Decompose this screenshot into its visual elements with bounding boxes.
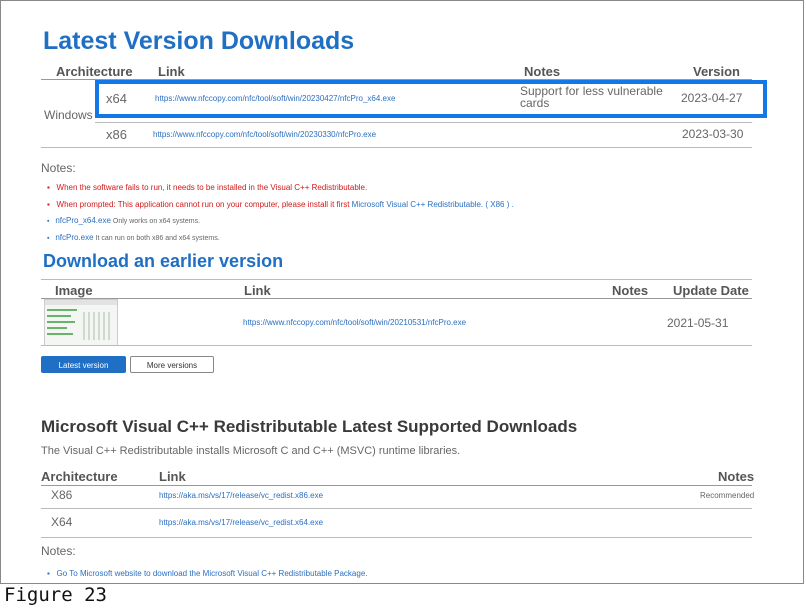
msvc-row-divider (41, 508, 752, 509)
notes1-item-4: ▪ nfcPro.exe It can run on both x86 and … (47, 233, 220, 242)
latest-row-x86-arch: x86 (106, 127, 127, 142)
msvc-header-divider (41, 485, 752, 486)
bullet-icon: ▪ (47, 218, 50, 225)
latest-row-divider (95, 122, 752, 123)
earlier-header-date: Update Date (673, 283, 749, 298)
thumb-bar (47, 315, 71, 317)
latest-header-version: Version (693, 64, 740, 79)
earlier-top-divider (41, 279, 752, 280)
microsoft-website-link[interactable]: Go To Microsoft website to download the … (57, 569, 368, 578)
more-versions-button[interactable]: More versions (130, 356, 214, 373)
earlier-header-image: Image (55, 283, 93, 298)
thumb-bar (47, 309, 77, 311)
msvc-header-arch: Architecture (41, 469, 118, 484)
bullet-icon: ▪ (47, 569, 50, 578)
latest-version-button[interactable]: Latest version (41, 356, 126, 373)
msvc-row-x86-link[interactable]: https://aka.ms/vs/17/release/vc_redist.x… (159, 491, 323, 500)
latest-row-x86-link[interactable]: https://www.nfccopy.com/nfc/tool/soft/wi… (153, 130, 376, 139)
msvc-header-notes: Notes (718, 469, 755, 484)
highlight-box (95, 80, 767, 118)
nfcpro-x64-link[interactable]: nfcPro_x64.exe (55, 216, 111, 225)
latest-os-label: Windows (44, 108, 93, 122)
notes1-item-1: ▪ When the software fails to run, it nee… (47, 183, 367, 192)
earlier-table-bottom (41, 345, 752, 346)
msvc-row-x64-arch: X64 (51, 515, 73, 529)
msvc-description: The Visual C++ Redistributable installs … (41, 445, 461, 457)
earlier-version-thumbnail (44, 299, 118, 346)
notes1-item-3-text: Only works on x64 systems. (112, 218, 201, 225)
thumb-bar (47, 333, 73, 335)
nfcpro-link[interactable]: nfcPro.exe (55, 233, 93, 242)
earlier-row-date: 2021-05-31 (667, 316, 729, 330)
bullet-icon: ▪ (47, 235, 50, 242)
figure-caption: Figure 23 (4, 584, 107, 606)
bullet-icon: ▪ (47, 183, 50, 192)
bullet-icon: ▪ (47, 200, 50, 209)
notes2-item: ▪ Go To Microsoft website to download th… (47, 569, 368, 578)
msvc-title: Microsoft Visual C++ Redistributable Lat… (41, 417, 578, 436)
notes1-label: Notes: (41, 161, 76, 175)
latest-header-arch: Architecture (56, 64, 133, 79)
notes1-item-1-text: When the software fails to run, it needs… (56, 183, 368, 192)
latest-header-notes: Notes (524, 64, 561, 79)
earlier-title: Download an earlier version (43, 251, 284, 271)
msvc-row-x64-link[interactable]: https://aka.ms/vs/17/release/vc_redist.x… (159, 518, 323, 527)
notes2-label: Notes: (41, 544, 76, 558)
notes1-item-2-text: When prompted: This application cannot r… (56, 200, 350, 209)
earlier-header-link: Link (244, 283, 271, 298)
thumb-titlebar (45, 300, 117, 305)
msvc-x86-link[interactable]: Microsoft Visual C++ Redistributable. ( … (352, 200, 514, 209)
msvc-header-link: Link (159, 469, 186, 484)
earlier-header-divider (41, 298, 752, 299)
thumb-grid (83, 312, 113, 340)
latest-title: Latest Version Downloads (43, 27, 355, 55)
thumb-bar (47, 321, 75, 323)
latest-table-bottom (41, 147, 752, 148)
notes1-item-2: ▪ When prompted: This application cannot… (47, 200, 514, 209)
msvc-table-bottom (41, 537, 752, 538)
latest-header-link: Link (158, 64, 185, 79)
notes1-item-3: ▪ nfcPro_x64.exe Only works on x64 syste… (47, 216, 200, 225)
earlier-header-notes: Notes (612, 283, 649, 298)
notes1-item-4-text: It can run on both x86 and x64 systems. (95, 235, 220, 242)
thumb-bar (47, 327, 67, 329)
earlier-row-link[interactable]: https://www.nfccopy.com/nfc/tool/soft/wi… (243, 318, 466, 327)
msvc-row-x86-notes: Recommended (700, 491, 755, 500)
msvc-row-x86-arch: X86 (51, 488, 73, 502)
latest-row-x86-version: 2023-03-30 (682, 127, 744, 141)
